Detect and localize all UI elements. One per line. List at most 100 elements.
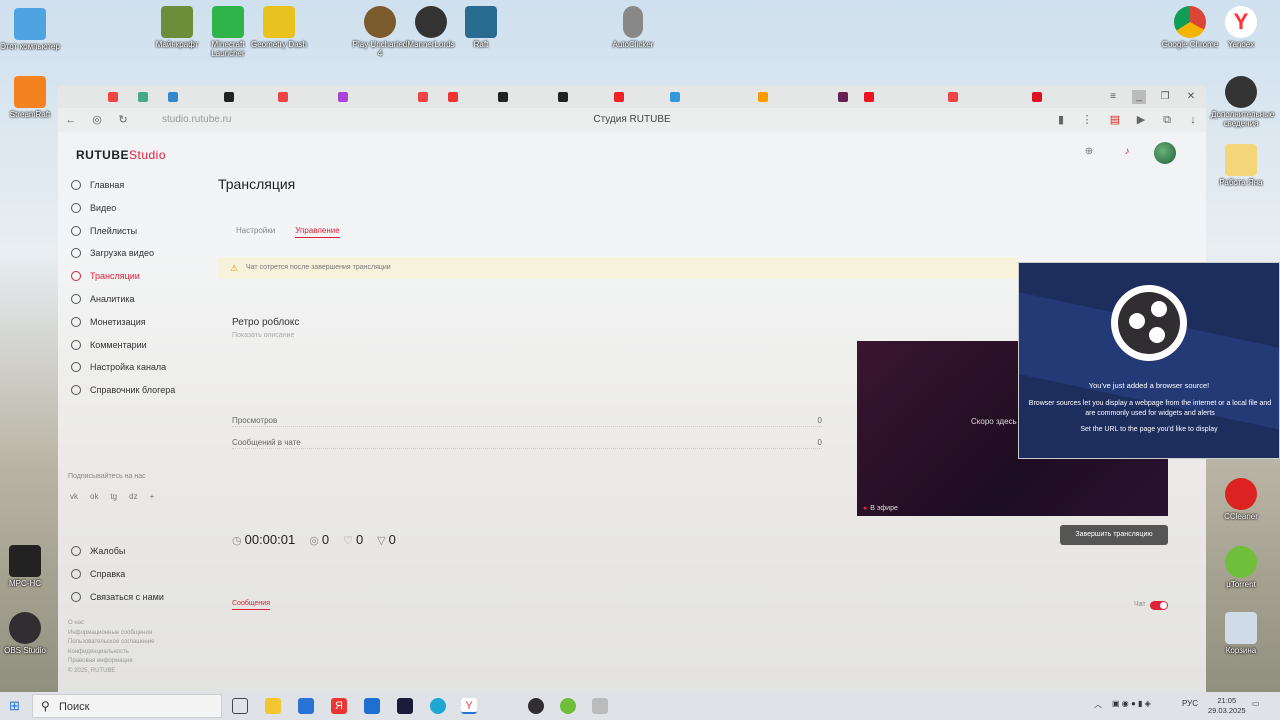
desktop-icon-raft[interactable]: Raft — [451, 6, 511, 49]
minimize-button[interactable]: _ — [1132, 90, 1146, 104]
desktop-icon-this-pc[interactable]: Этот компьютер — [0, 8, 60, 51]
media-icon[interactable]: ▶ — [1134, 113, 1148, 127]
end-broadcast-button[interactable]: Завершить трансляцию — [1060, 525, 1168, 545]
show-description-link[interactable]: Показать описание — [232, 332, 294, 339]
tab-favicon[interactable] — [838, 92, 848, 102]
tab-favicon[interactable] — [168, 92, 178, 102]
tab-favicon[interactable] — [670, 92, 680, 102]
bookmark-icon[interactable]: ▮ — [1054, 113, 1068, 127]
sidebar-item-help[interactable]: Справка — [68, 563, 208, 586]
sidebar-item-video[interactable]: Видео — [68, 197, 208, 220]
utorrent-icon — [1225, 546, 1257, 578]
sidebar-item-comments[interactable]: Комментарии — [68, 334, 208, 357]
desktop-icon-obs[interactable]: OBS Studio — [0, 612, 55, 655]
desktop-icon-autoclicker[interactable]: AutoClicker — [603, 6, 663, 49]
explorer-icon[interactable] — [265, 698, 281, 714]
tab-settings[interactable]: Настройки — [236, 226, 275, 238]
tab-favicon[interactable] — [418, 92, 428, 102]
yandex-taskbar-icon[interactable]: Y — [461, 698, 477, 714]
dzen-icon[interactable]: dz — [129, 492, 137, 501]
reader-icon[interactable]: ▤ — [1108, 113, 1122, 127]
obs-popup-body: Browser sources let you display a webpag… — [1028, 400, 1272, 417]
notifications-icon[interactable]: ▭ — [1252, 699, 1260, 708]
outlook-icon[interactable] — [364, 698, 380, 714]
sidebar-item-playlists[interactable]: Плейлисты — [68, 220, 208, 243]
language-indicator[interactable]: РУС — [1182, 699, 1198, 708]
tray-chevron-icon[interactable]: ︿ — [1094, 699, 1102, 710]
sidebar-nav: Главная Видео Плейлисты Загрузка видео Т… — [68, 174, 208, 402]
clock[interactable]: 21:05 29.03.2025 — [1208, 696, 1246, 716]
yandex-browser-icon[interactable]: Я — [331, 698, 347, 714]
settings-icon — [71, 362, 81, 373]
app-taskbar-icon[interactable] — [592, 698, 608, 714]
tab-favicon[interactable] — [448, 92, 458, 102]
desktop-icon-yandex[interactable]: Y Yandex — [1211, 6, 1271, 49]
tab-favicon[interactable] — [1032, 92, 1042, 102]
taskbar-search[interactable]: ⚲ Поиск — [32, 694, 222, 718]
footer-link[interactable]: Информационные сообщения — [68, 629, 154, 639]
footer-link[interactable]: Правовая информация — [68, 657, 154, 667]
edge-icon[interactable] — [430, 698, 446, 714]
desktop-icon-extra-info[interactable]: Дополнительные сведения — [1211, 76, 1274, 128]
download-icon[interactable]: ↓ — [1186, 113, 1200, 127]
footer-link[interactable]: О нас — [68, 619, 154, 629]
desktop-icon-work-folder[interactable]: Работа Яна — [1211, 144, 1271, 187]
desktop-icon-utorrent[interactable]: µTorrent — [1211, 546, 1271, 589]
tray-icons[interactable]: ▣ ◉ ● ▮ ◈ — [1112, 699, 1151, 708]
messages-tab[interactable]: Сообщения — [232, 600, 270, 610]
tab-favicon[interactable] — [138, 92, 148, 102]
tab-favicon[interactable] — [338, 92, 348, 102]
mouse-icon — [623, 6, 643, 38]
desktop-icon-ccleaner[interactable]: CCleaner — [1211, 478, 1271, 521]
tab-favicon[interactable] — [278, 92, 288, 102]
task-view-icon[interactable] — [232, 698, 248, 714]
extensions-icon[interactable]: ⧉ — [1160, 113, 1174, 127]
sidebar-item-home[interactable]: Главная — [68, 174, 208, 197]
rutube-studio-logo[interactable]: RUTUBEStudio — [76, 148, 166, 162]
menu-icon[interactable]: ≡ — [1106, 90, 1120, 104]
tab-favicon[interactable] — [948, 92, 958, 102]
ccleaner-icon — [1225, 478, 1257, 510]
obs-taskbar-icon[interactable] — [528, 698, 544, 714]
sidebar-item-broadcasts[interactable]: Трансляции — [68, 265, 208, 288]
sidebar-item-monetization[interactable]: Монетизация — [68, 311, 208, 334]
home-icon — [71, 180, 81, 190]
tab-favicon[interactable] — [614, 92, 624, 102]
sidebar-item-contact[interactable]: Связаться с нами — [68, 586, 208, 609]
utorrent-taskbar-icon[interactable] — [560, 698, 576, 714]
tab-favicon[interactable] — [224, 92, 234, 102]
footer-link[interactable]: Пользовательское соглашение — [68, 638, 154, 648]
telegram-icon[interactable]: tg — [110, 492, 117, 501]
add-icon[interactable]: ⊕ — [1082, 146, 1096, 160]
sidebar-item-upload[interactable]: Загрузка видео — [68, 242, 208, 265]
sidebar-item-blogger-guide[interactable]: Справочник блогера — [68, 379, 208, 402]
desktop-icon-mpc[interactable]: MPC-HC — [0, 545, 55, 588]
chat-toggle[interactable] — [1150, 601, 1168, 610]
more-social-icon[interactable]: + — [150, 492, 155, 501]
tab-favicon[interactable] — [108, 92, 118, 102]
more-icon[interactable]: ⋮ — [1080, 113, 1094, 127]
tab-management[interactable]: Управление — [295, 226, 340, 238]
vk-icon[interactable]: vk — [70, 492, 78, 501]
tab-favicon[interactable] — [558, 92, 568, 102]
tab-favicon[interactable] — [758, 92, 768, 102]
ok-icon[interactable]: ok — [90, 492, 98, 501]
windows-start-icon[interactable]: ⊞ — [9, 699, 23, 713]
desktop-icon-geometry-dash[interactable]: Geometry Dash — [249, 6, 309, 49]
close-button[interactable]: ✕ — [1184, 90, 1198, 104]
search-input[interactable]: Поиск — [59, 701, 89, 713]
bell-icon[interactable]: ♪ — [1120, 146, 1134, 160]
sidebar-item-channel-settings[interactable]: Настройка канала — [68, 356, 208, 379]
avatar[interactable] — [1154, 142, 1176, 164]
desktop-icon-recycle-bin[interactable]: Корзина — [1211, 612, 1271, 655]
tab-favicon[interactable] — [864, 92, 874, 102]
sidebar-item-complaints[interactable]: Жалобы — [68, 540, 208, 563]
maximize-button[interactable]: ❐ — [1158, 90, 1172, 104]
tab-favicon[interactable] — [498, 92, 508, 102]
animate-icon[interactable] — [397, 698, 413, 714]
address-bar: ← ◎ ↻ studio.rutube.ru Студия RUTUBE ▮ ⋮… — [58, 108, 1206, 132]
store-icon[interactable] — [298, 698, 314, 714]
footer-link[interactable]: Конфиденциальность — [68, 648, 154, 658]
desktop-icon-streamraft[interactable]: StreamRaft — [0, 76, 60, 119]
sidebar-item-analytics[interactable]: Аналитика — [68, 288, 208, 311]
